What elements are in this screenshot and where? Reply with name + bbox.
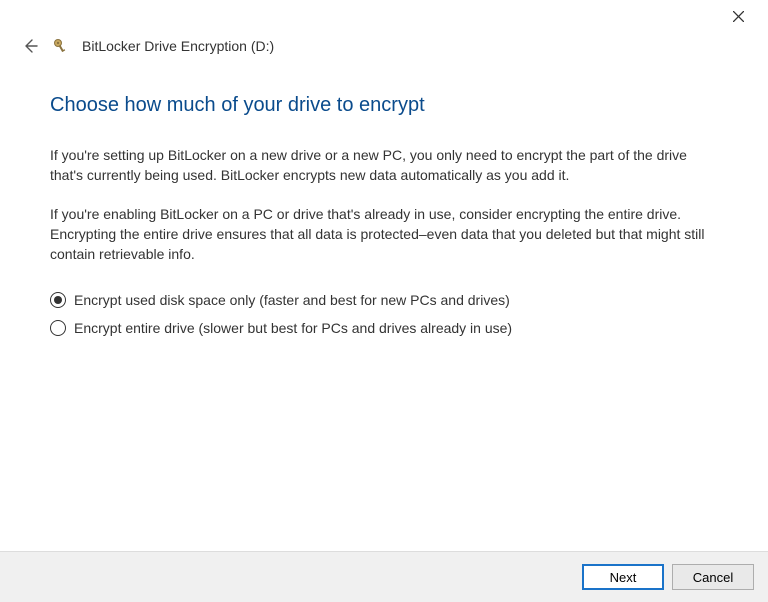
description-paragraph-1: If you're setting up BitLocker on a new …	[50, 145, 718, 186]
radio-encrypt-entire-drive[interactable]: Encrypt entire drive (slower but best fo…	[50, 320, 718, 336]
radio-indicator-icon	[50, 292, 66, 308]
footer: Next Cancel	[0, 551, 768, 602]
content-area: Choose how much of your drive to encrypt…	[0, 64, 768, 551]
titlebar	[0, 0, 768, 32]
radio-label: Encrypt used disk space only (faster and…	[74, 292, 510, 308]
encryption-options: Encrypt used disk space only (faster and…	[50, 292, 718, 336]
window-title: BitLocker Drive Encryption (D:)	[82, 38, 274, 54]
bitlocker-icon	[52, 37, 70, 55]
back-arrow-icon	[22, 38, 38, 54]
header: BitLocker Drive Encryption (D:)	[0, 32, 768, 64]
radio-label: Encrypt entire drive (slower but best fo…	[74, 320, 512, 336]
close-icon	[733, 11, 744, 22]
description-paragraph-2: If you're enabling BitLocker on a PC or …	[50, 204, 718, 265]
back-button[interactable]	[20, 36, 40, 56]
radio-encrypt-used-only[interactable]: Encrypt used disk space only (faster and…	[50, 292, 718, 308]
cancel-button[interactable]: Cancel	[672, 564, 754, 590]
radio-indicator-icon	[50, 320, 66, 336]
page-heading: Choose how much of your drive to encrypt	[50, 94, 718, 117]
next-button[interactable]: Next	[582, 564, 664, 590]
close-button[interactable]	[718, 1, 758, 31]
